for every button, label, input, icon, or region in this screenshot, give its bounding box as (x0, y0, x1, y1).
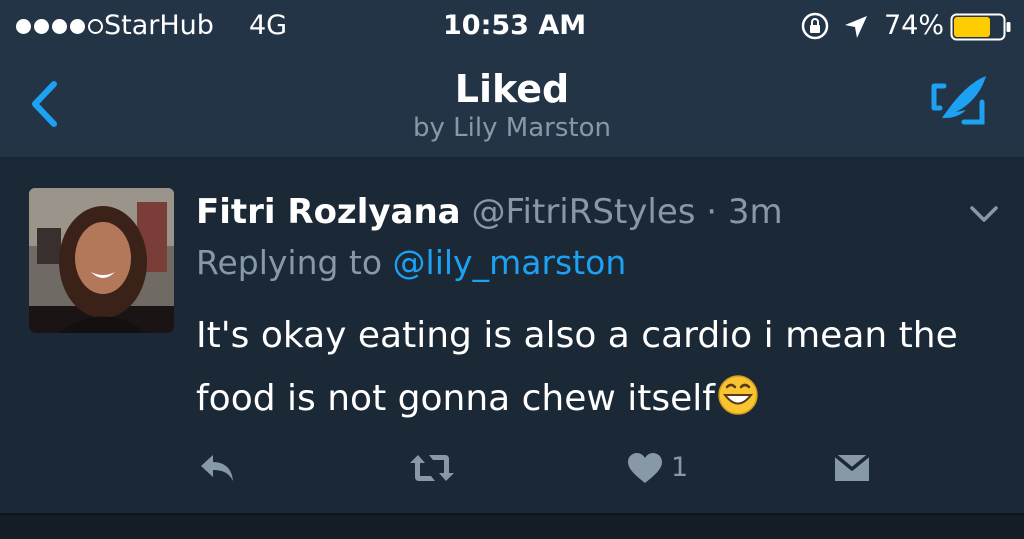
location-icon (845, 16, 867, 38)
avatar[interactable] (29, 188, 174, 333)
direct-message-button[interactable] (834, 450, 870, 486)
tweet-header: Fitri Rozlyana @FitriRStyles · 3m (196, 191, 783, 233)
separator: · (706, 192, 718, 232)
replying-to-label: Replying to (196, 243, 393, 282)
clock: 10:53 AM (443, 10, 587, 41)
user-handle[interactable]: @FitriRStyles (471, 192, 695, 232)
tweet[interactable]: Fitri Rozlyana @FitriRStyles · 3m Replyi… (0, 157, 1024, 513)
grinning-face-icon (718, 375, 758, 415)
page-subtitle: by Lily Marston (413, 113, 611, 143)
status-bar: StarHub 4G 10:53 AM 74% (0, 0, 1024, 54)
lock-icon (801, 12, 829, 40)
compose-icon (931, 76, 986, 125)
reply-button[interactable] (197, 450, 237, 486)
tweet-text: It's okay eating is also a cardio i mean… (196, 304, 996, 430)
compose-button[interactable] (930, 70, 990, 130)
timestamp[interactable]: 3m (728, 192, 783, 232)
carrier-label: StarHub (104, 10, 214, 41)
network-label: 4G (249, 10, 288, 41)
retweet-button[interactable] (409, 450, 455, 486)
battery-percent: 74% (884, 10, 945, 41)
heart-icon (628, 453, 662, 483)
tweet-menu-button[interactable] (966, 201, 1002, 225)
tweet-body: It's okay eating is also a cardio i mean… (196, 315, 958, 419)
top-bar: StarHub 4G 10:53 AM 74% Liked by Lily Ma… (0, 0, 1024, 157)
display-name[interactable]: Fitri Rozlyana (196, 192, 461, 232)
mention-link[interactable]: @lily_marston (393, 243, 627, 282)
retweet-icon (410, 455, 454, 481)
like-count: 1 (671, 452, 689, 483)
divider (0, 513, 1024, 515)
signal-icon (16, 19, 103, 34)
reply-icon (201, 455, 233, 481)
direct-message-icon (834, 453, 870, 481)
chevron-down-icon (970, 206, 998, 222)
like-button[interactable]: 1 (627, 450, 688, 486)
page-title: Liked (454, 67, 570, 111)
battery-icon (950, 13, 1011, 41)
replying-to: Replying to @lily_marston (196, 243, 626, 283)
